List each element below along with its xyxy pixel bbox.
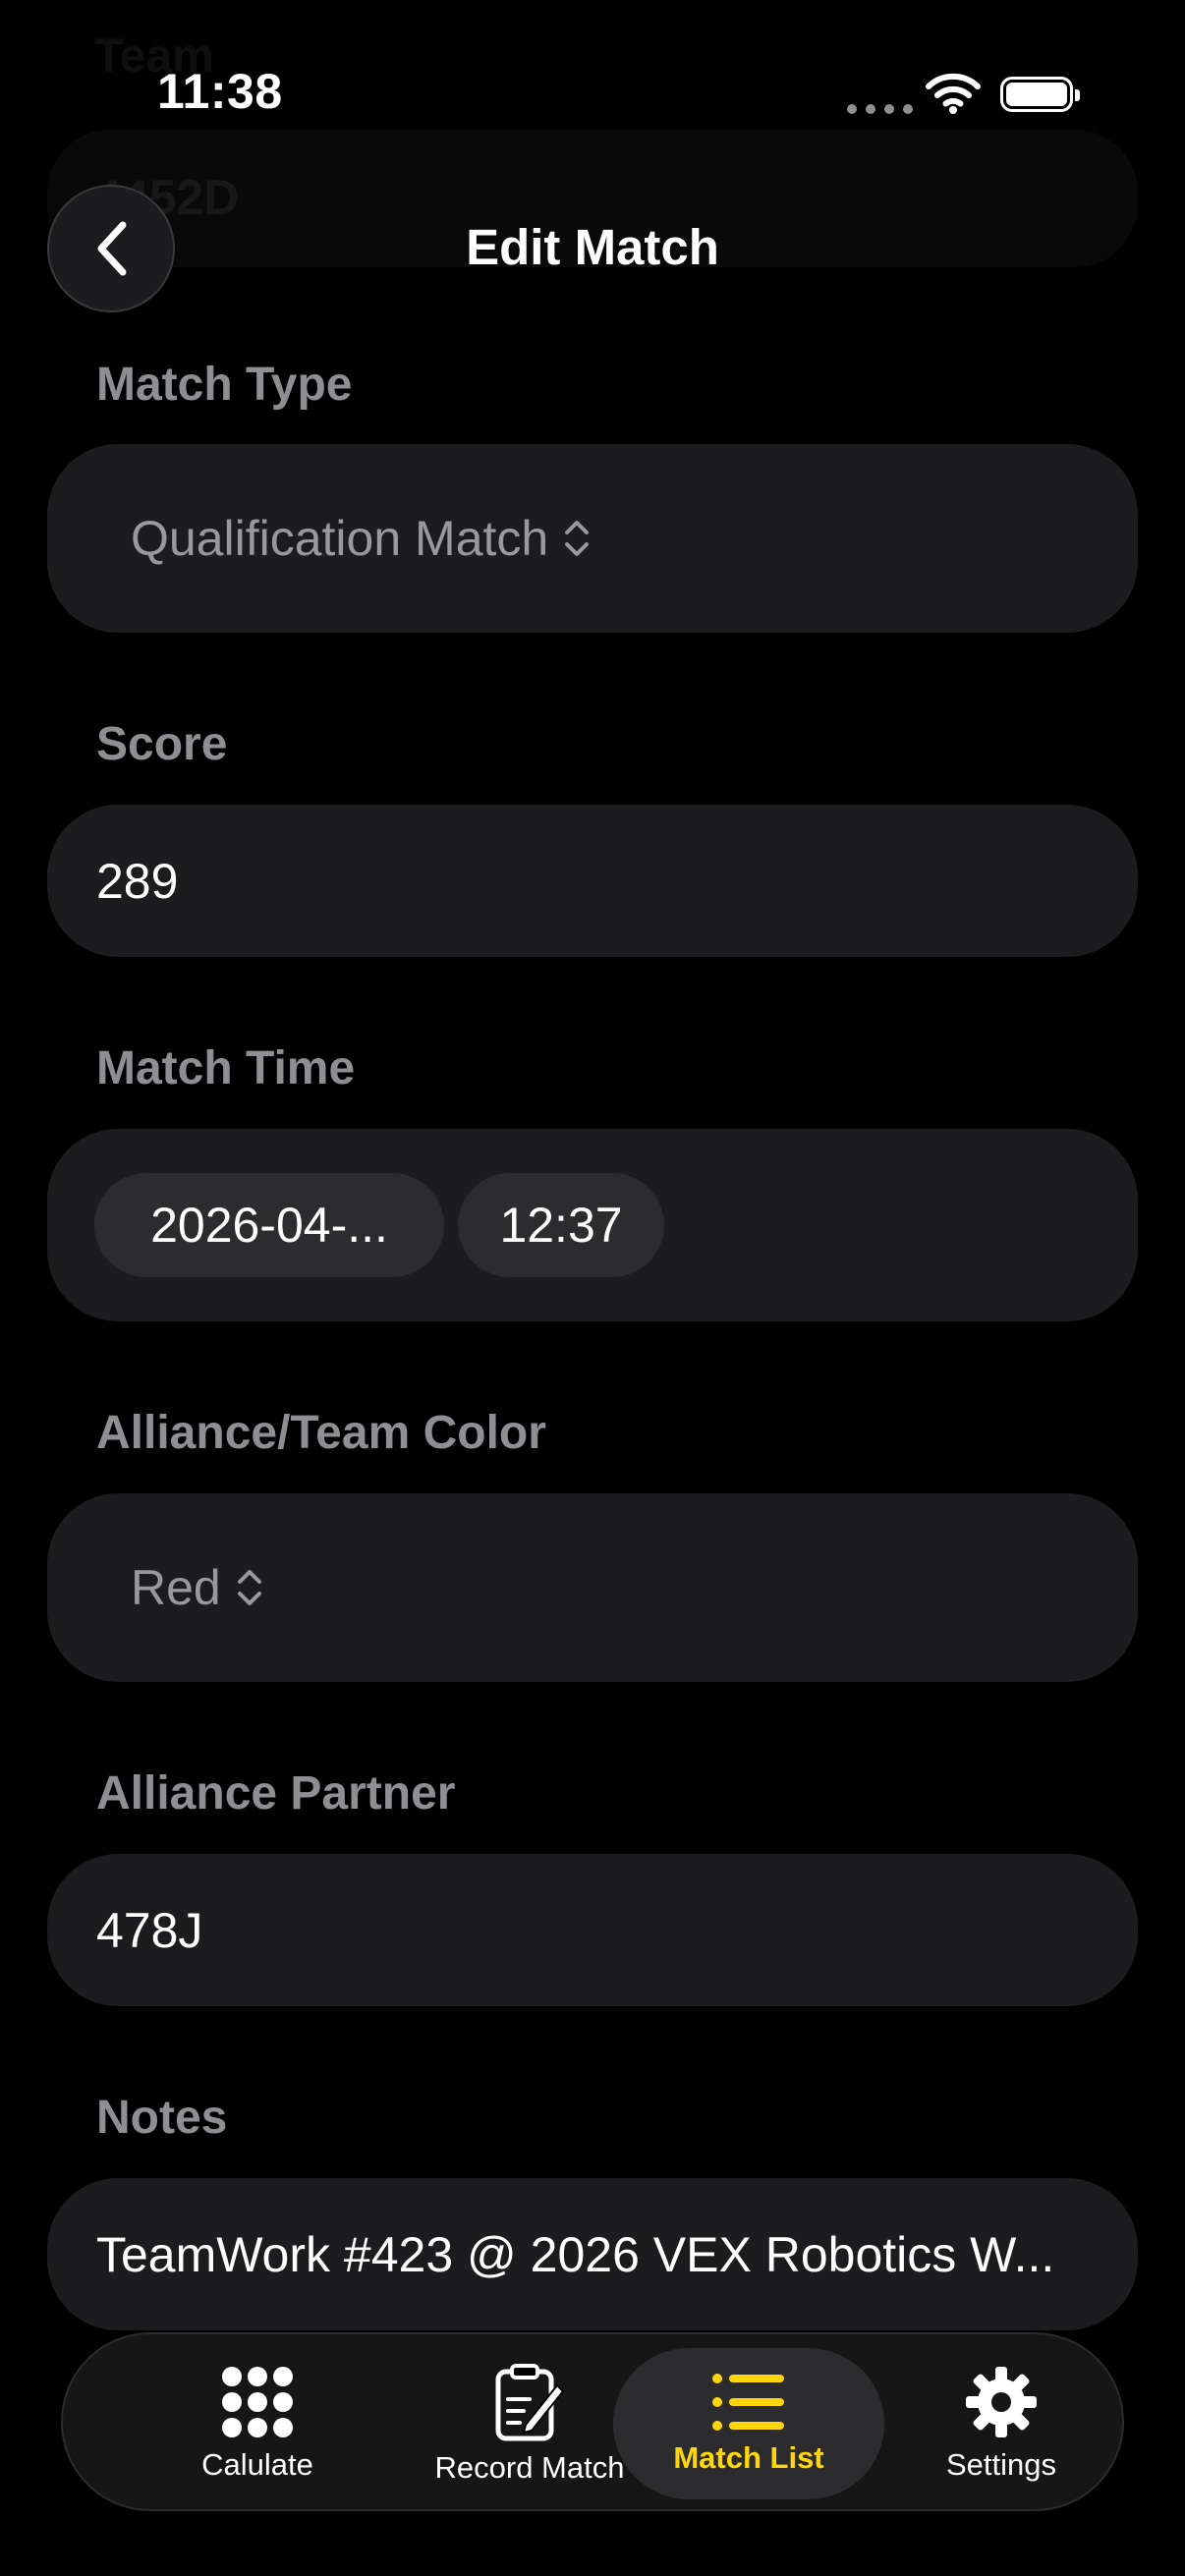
chevron-up-down-icon [237,1570,261,1605]
alliance-partner-label: Alliance Partner [96,1767,456,1820]
battery-icon [1000,77,1080,112]
date-picker-button[interactable]: 2026-04-... [94,1173,444,1277]
chevron-up-down-icon [565,521,590,556]
match-time-field: 2026-04-... 12:37 [47,1129,1138,1321]
wifi-icon [926,73,981,119]
alliance-color-label: Alliance/Team Color [96,1407,546,1459]
notes-label: Notes [96,2092,228,2144]
match-type-label: Match Type [96,359,353,411]
tab-calculate[interactable]: Calulate [132,2334,383,2513]
score-field[interactable]: 289 [47,805,1138,957]
alliance-color-picker[interactable]: Red [47,1493,1138,1682]
tab-label: Record Match [434,2450,625,2485]
page-title: Edit Match [466,219,719,275]
score-value: 289 [96,853,179,909]
match-time-label: Match Time [96,1042,356,1094]
list-icon [712,2374,784,2431]
time-picker-button[interactable]: 12:37 [458,1173,664,1277]
match-type-picker[interactable]: Qualification Match [47,444,1138,633]
tab-bar: Calulate Record Match Match List Setting… [61,2332,1124,2511]
tab-label: Settings [945,2447,1056,2482]
tab-label: Match List [673,2440,824,2475]
time-value: 12:37 [499,1198,623,1253]
notes-value: TeamWork #423 @ 2026 VEX Robotics W... [96,2226,1055,2282]
tab-match-list[interactable]: Match List [613,2348,884,2499]
notes-field[interactable]: TeamWork #423 @ 2026 VEX Robotics W... [47,2178,1138,2330]
match-type-value: Qualification Match [131,511,549,566]
gear-icon [966,2367,1037,2437]
clipboard-pencil-icon [495,2364,565,2441]
status-time: 11:38 [157,64,283,119]
grid-icon [222,2367,293,2437]
cellular-icon [847,104,913,114]
tab-label: Calulate [201,2447,313,2482]
alliance-partner-value: 478J [96,1902,203,1958]
alliance-color-value: Red [131,1560,221,1615]
tab-settings[interactable]: Settings [898,2334,1104,2513]
date-value: 2026-04-... [150,1198,388,1253]
alliance-partner-field[interactable]: 478J [47,1854,1138,2006]
score-label: Score [96,718,228,770]
